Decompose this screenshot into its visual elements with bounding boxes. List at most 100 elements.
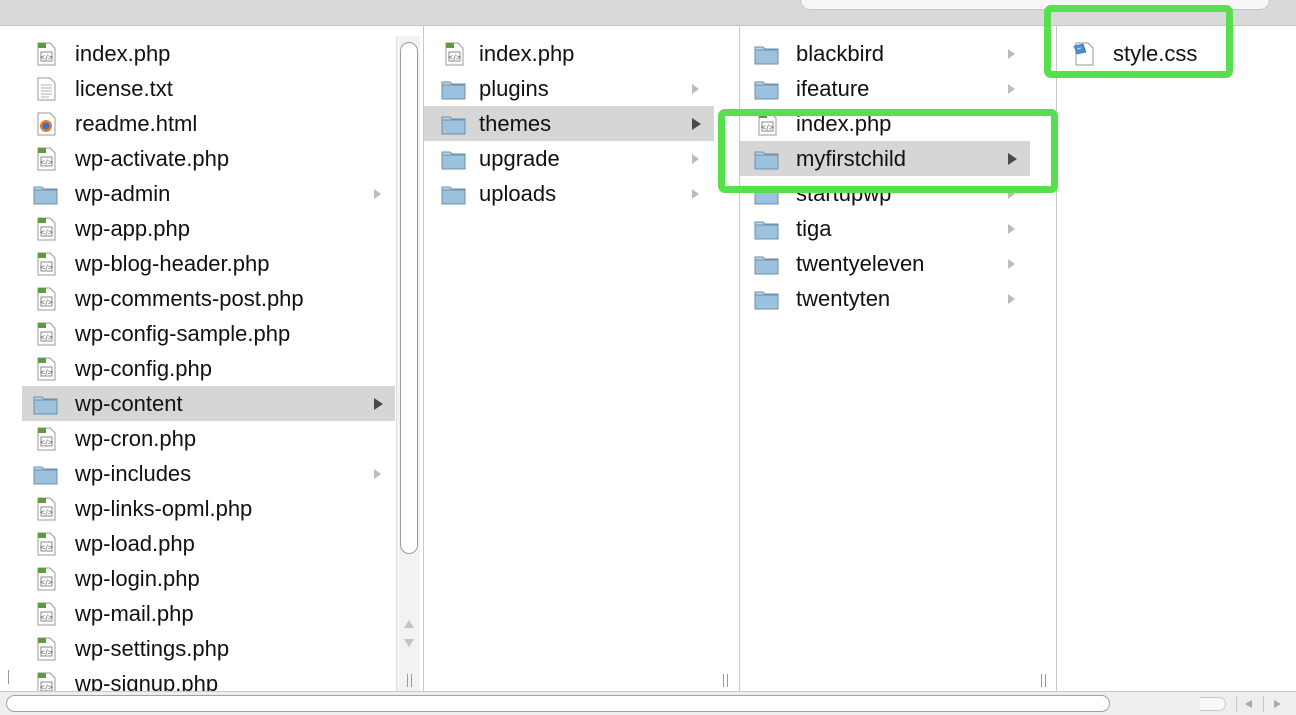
folder-icon (754, 77, 780, 101)
php-file-icon: </> (33, 567, 59, 591)
php-file-icon: </> (33, 532, 59, 556)
column-root: </> index.php license.txt readme.html </> wp-… (0, 26, 424, 691)
horizontal-scrollbar[interactable] (0, 691, 1296, 715)
php-file-icon: </> (33, 497, 59, 521)
item-label: wp-app.php (75, 216, 190, 241)
scroll-right-arrow-icon[interactable] (1263, 696, 1293, 712)
column-resize-handle[interactable] (1041, 674, 1046, 687)
disclosure-arrow-icon (1008, 224, 1015, 234)
item-label: wp-login.php (75, 566, 200, 591)
php-file-icon: </> (441, 42, 467, 66)
folder-item-twentyten[interactable]: twentyten (740, 281, 1030, 316)
folder-item-twentyeleven[interactable]: twentyeleven (740, 246, 1030, 281)
column-resize-handle[interactable] (723, 674, 728, 687)
item-label: index.php (75, 41, 171, 66)
item-label: wp-config-sample.php (75, 321, 291, 346)
disclosure-arrow-icon (692, 154, 699, 164)
item-label: uploads (479, 181, 557, 206)
scroll-left-arrow-icon[interactable] (1236, 696, 1262, 712)
folder-icon (33, 392, 59, 416)
scrollbar-track-end (1200, 697, 1226, 711)
svg-text:</>: </> (39, 579, 53, 587)
folder-icon (33, 182, 59, 206)
file-item-wp-mail-php[interactable]: </> wp-mail.php (22, 596, 395, 631)
php-file-icon: </> (33, 602, 59, 626)
svg-text:</>: </> (39, 54, 53, 62)
disclosure-arrow-icon (692, 189, 699, 199)
item-label: wp-includes (75, 461, 192, 486)
folder-icon (754, 252, 780, 276)
php-file-icon: </> (33, 252, 59, 276)
scrollbar-thumb[interactable] (400, 42, 418, 554)
file-item-wp-config-php[interactable]: </> wp-config.php (22, 351, 395, 386)
php-file-icon: </> (33, 287, 59, 311)
item-label: wp-load.php (75, 531, 195, 556)
php-file-icon: </> (33, 217, 59, 241)
item-label: wp-mail.php (75, 601, 194, 626)
horizontal-scrollbar-thumb[interactable] (6, 695, 1110, 712)
file-item-wp-signup-php[interactable]: </> wp-signup.php (22, 666, 395, 691)
file-item-wp-app-php[interactable]: </> wp-app.php (22, 211, 395, 246)
item-label: upgrade (479, 146, 560, 171)
folder-item-themes[interactable]: themes (424, 106, 714, 141)
folder-item-ifeature[interactable]: ifeature (740, 71, 1030, 106)
item-label: blackbird (796, 41, 885, 66)
item-label: plugins (479, 76, 549, 101)
item-label: themes (479, 111, 552, 136)
svg-text:</>: </> (39, 544, 53, 552)
column-wp-content: </> index.php plugins themes upgrade uploads (424, 26, 740, 691)
disclosure-arrow-icon (692, 118, 701, 130)
text-file-icon (33, 77, 59, 101)
file-item-wp-config-sample-php[interactable]: </> wp-config-sample.php (22, 316, 395, 351)
svg-text:</>: </> (39, 299, 53, 307)
item-label: readme.html (75, 111, 198, 136)
file-item-wp-blog-header-php[interactable]: </> wp-blog-header.php (22, 246, 395, 281)
file-item-readme-html[interactable]: readme.html (22, 106, 395, 141)
file-item-license-txt[interactable]: license.txt (22, 71, 395, 106)
item-label: wp-activate.php (75, 146, 230, 171)
folder-icon (754, 287, 780, 311)
folder-icon (441, 147, 467, 171)
item-label: wp-admin (75, 181, 171, 206)
folder-item-wp-content[interactable]: wp-content (22, 386, 395, 421)
file-item-wp-cron-php[interactable]: </> wp-cron.php (22, 421, 395, 456)
folder-item-tiga[interactable]: tiga (740, 211, 1030, 246)
file-item-wp-comments-post-php[interactable]: </> wp-comments-post.php (22, 281, 395, 316)
folder-item-upgrade[interactable]: upgrade (424, 141, 714, 176)
disclosure-arrow-icon (1008, 49, 1015, 59)
disclosure-arrow-icon (374, 398, 383, 410)
file-item-wp-load-php[interactable]: </> wp-load.php (22, 526, 395, 561)
svg-text:</>: </> (39, 334, 53, 342)
folder-item-blackbird[interactable]: blackbird (740, 36, 1030, 71)
file-item-wp-activate-php[interactable]: </> wp-activate.php (22, 141, 395, 176)
scroll-up-arrow-icon[interactable] (404, 620, 414, 628)
highlight-box-style-css (1044, 5, 1233, 78)
disclosure-arrow-icon (1008, 259, 1015, 269)
column-myfirstchild: style.css (1057, 26, 1296, 691)
item-label: wp-cron.php (75, 426, 197, 451)
item-label: wp-comments-post.php (75, 286, 304, 311)
item-label: wp-config.php (75, 356, 212, 381)
scroll-down-arrow-icon[interactable] (404, 639, 414, 647)
file-item-wp-login-php[interactable]: </> wp-login.php (22, 561, 395, 596)
svg-text:</>: </> (39, 684, 53, 692)
svg-text:</>: </> (39, 159, 53, 167)
file-item-index-php[interactable]: </> index.php (424, 36, 714, 71)
folder-icon (441, 112, 467, 136)
file-item-wp-links-opml-php[interactable]: </> wp-links-opml.php (22, 491, 395, 526)
item-label: index.php (479, 41, 575, 66)
column-resize-handle[interactable] (407, 674, 412, 687)
folder-item-plugins[interactable]: plugins (424, 71, 714, 106)
folder-item-wp-includes[interactable]: wp-includes (22, 456, 395, 491)
file-item-index-php[interactable]: </> index.php (22, 36, 395, 71)
file-item-wp-settings-php[interactable]: </> wp-settings.php (22, 631, 395, 666)
folder-item-uploads[interactable]: uploads (424, 176, 714, 211)
svg-text:</>: </> (39, 369, 53, 377)
svg-text:</>: </> (39, 509, 53, 517)
svg-text:</>: </> (39, 229, 53, 237)
folder-icon (441, 182, 467, 206)
item-label: wp-settings.php (75, 636, 230, 661)
php-file-icon: </> (33, 147, 59, 171)
vertical-scrollbar[interactable] (396, 36, 420, 691)
folder-item-wp-admin[interactable]: wp-admin (22, 176, 395, 211)
